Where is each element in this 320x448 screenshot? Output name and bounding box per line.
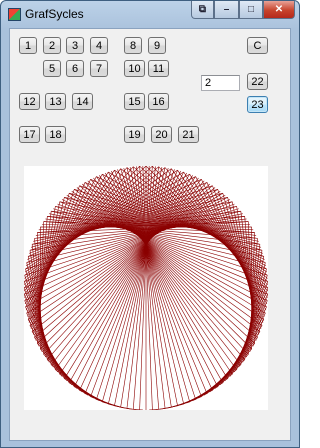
button-4[interactable]: 4 [90,37,108,54]
button-1[interactable]: 1 [19,37,37,54]
maximize-button[interactable]: □ [239,1,263,19]
button-12[interactable]: 12 [19,93,40,110]
button-16[interactable]: 16 [148,93,169,110]
button-14[interactable]: 14 [72,93,93,110]
button-11[interactable]: 11 [148,60,169,77]
button-2[interactable]: 2 [43,37,61,54]
close-button[interactable]: ✕ [263,1,295,19]
chord-line [68,172,187,383]
chord-line [152,166,268,292]
chord-line [152,409,159,410]
app-icon [8,8,21,21]
button-8[interactable]: 8 [124,37,142,54]
chord-line [227,197,261,332]
client-area: 1 2 3 4 5 6 7 8 9 10 11 12 13 14 15 16 1… [9,28,291,441]
button-21[interactable]: 21 [178,126,199,143]
button-5[interactable]: 5 [43,60,61,77]
chord-line [24,169,115,305]
button-22[interactable]: 22 [247,73,268,90]
button-6[interactable]: 6 [66,60,84,77]
number-input[interactable] [201,75,240,91]
chord-line [183,171,267,308]
button-9[interactable]: 9 [148,37,166,54]
window-title: GrafSycles [25,7,84,21]
button-19[interactable]: 19 [124,126,145,143]
restore-icon[interactable]: ⧉ [191,1,214,19]
chord-line [231,287,268,375]
minimize-button[interactable]: – [214,1,239,19]
button-20[interactable]: 20 [151,126,172,143]
app-window: GrafSycles ⧉ – □ ✕ 1 2 3 4 5 6 7 8 9 10 … [0,0,300,448]
button-23[interactable]: 23 [247,96,268,113]
button-7[interactable]: 7 [90,60,108,77]
clear-button[interactable]: C [247,37,268,54]
button-10[interactable]: 10 [124,60,145,77]
chord-line [177,169,268,305]
chord-line [105,172,224,383]
button-15[interactable]: 15 [124,93,145,110]
button-18[interactable]: 18 [45,126,66,143]
title-bar[interactable]: GrafSycles ⧉ – □ ✕ [1,1,299,27]
button-3[interactable]: 3 [66,37,84,54]
button-13[interactable]: 13 [45,93,66,110]
drawing-canvas [24,166,268,410]
button-17[interactable]: 17 [19,126,40,143]
chord-line [24,166,140,292]
